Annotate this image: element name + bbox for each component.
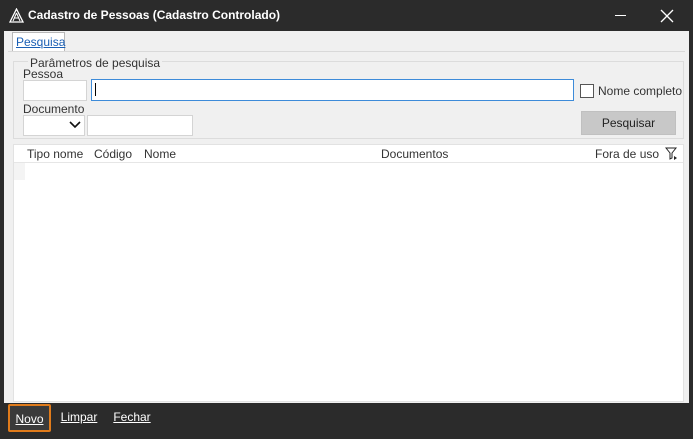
tab-pesquisa[interactable]: Pesquisa: [12, 32, 65, 51]
column-header-tipo-nome[interactable]: Tipo nome: [27, 147, 83, 161]
column-header-codigo[interactable]: Código: [94, 147, 132, 161]
close-icon: [660, 9, 674, 23]
pessoa-name-input[interactable]: [91, 79, 574, 101]
grid-header: Tipo nome Código Nome Documentos Fora de…: [14, 145, 683, 163]
documento-type-select[interactable]: [23, 115, 85, 136]
pessoa-label: Pessoa: [23, 67, 64, 81]
fechar-button[interactable]: Fechar: [111, 404, 153, 432]
minimize-icon: [615, 15, 626, 16]
window-title: Cadastro de Pessoas (Cadastro Controlado…: [28, 8, 281, 22]
chevron-down-icon: [69, 121, 81, 129]
documento-input[interactable]: [87, 115, 193, 136]
text-caret: [95, 83, 96, 96]
documento-label: Documento: [23, 102, 85, 116]
search-params-group: Parâmetros de pesquisa Pessoa Nome compl…: [13, 56, 684, 139]
minimize-button[interactable]: [598, 0, 644, 31]
row-indicator: [14, 163, 25, 180]
title-bar[interactable]: Cadastro de Pessoas (Cadastro Controlado…: [0, 0, 693, 31]
app-logo-icon: [9, 8, 24, 23]
close-button[interactable]: [644, 0, 690, 31]
results-grid[interactable]: Tipo nome Código Nome Documentos Fora de…: [13, 144, 684, 402]
column-header-nome[interactable]: Nome: [144, 147, 176, 161]
bottom-toolbar: Novo Limpar Fechar: [4, 404, 689, 432]
app-window: Cadastro de Pessoas (Cadastro Controlado…: [0, 0, 693, 439]
nome-completo-label: Nome completo: [598, 84, 683, 98]
tab-pesquisa-label: Pesquisa: [16, 35, 66, 49]
limpar-button[interactable]: Limpar: [58, 404, 100, 432]
column-header-fora-de-uso[interactable]: Fora de uso: [595, 147, 659, 161]
column-header-documentos[interactable]: Documentos: [381, 147, 448, 161]
pessoa-code-input[interactable]: [23, 80, 87, 101]
pesquisar-button[interactable]: Pesquisar: [581, 111, 676, 135]
tab-page-pesquisa: Parâmetros de pesquisa Pessoa Nome compl…: [8, 51, 685, 403]
novo-button[interactable]: Novo: [8, 404, 51, 432]
client-area: Pesquisa Parâmetros de pesquisa Pessoa N…: [4, 31, 689, 403]
filter-icon[interactable]: [665, 147, 678, 161]
nome-completo-checkbox[interactable]: [580, 84, 594, 98]
